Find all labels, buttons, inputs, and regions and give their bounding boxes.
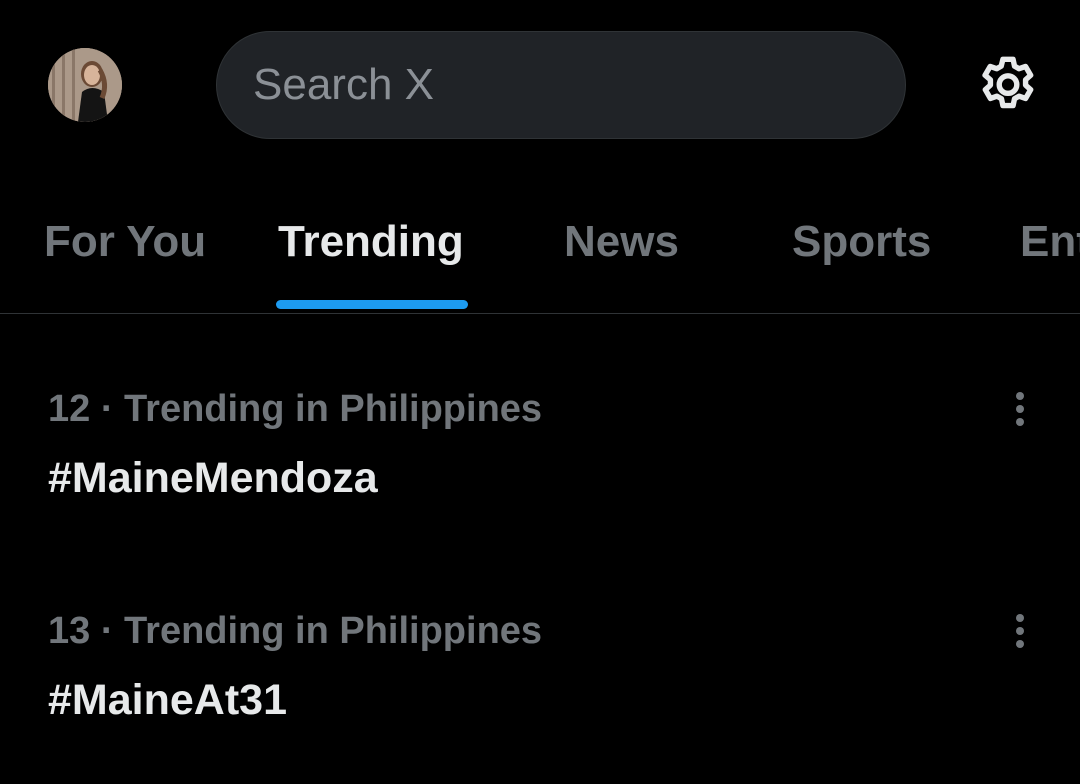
trend-item[interactable]: 12 · Trending in Philippines #MaineMendo… [0, 314, 1080, 536]
more-vertical-icon[interactable] [996, 388, 1044, 436]
trend-context: 13 · Trending in Philippines [48, 610, 543, 652]
trend-title[interactable]: #MaineMendoza [48, 454, 378, 503]
tab-label: Trending [278, 217, 464, 266]
search-box[interactable] [216, 31, 906, 139]
tab-label: News [564, 217, 679, 266]
search-input[interactable] [253, 32, 873, 138]
tab-label: For You [44, 217, 207, 266]
top-bar [0, 0, 1080, 170]
trend-title[interactable]: #MaineAt31 [48, 676, 287, 725]
active-tab-indicator [276, 300, 468, 309]
gear-icon[interactable] [974, 52, 1042, 120]
explore-tabs: For You Trending News Sports Entertainme… [0, 195, 1080, 314]
trend-item[interactable]: 13 · Trending in Philippines #MaineAt31 [0, 536, 1080, 758]
more-vertical-icon[interactable] [996, 610, 1044, 658]
user-avatar[interactable] [48, 48, 122, 122]
trend-context: 12 · Trending in Philippines [48, 388, 543, 430]
tab-label: Entertainment [1020, 217, 1080, 266]
tab-label: Sports [792, 217, 932, 266]
avatar-image [48, 48, 122, 122]
